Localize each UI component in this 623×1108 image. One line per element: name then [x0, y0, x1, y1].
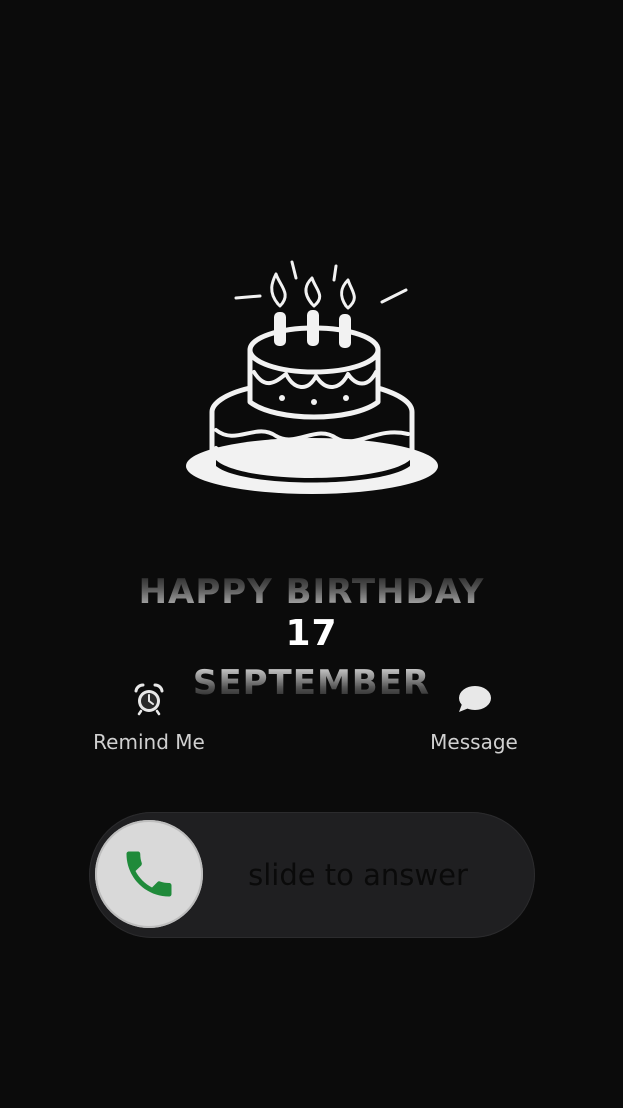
greeting-day: 17: [285, 613, 338, 654]
alarm-clock-icon: [134, 683, 164, 716]
phone-icon: [126, 851, 172, 897]
remind-me-button[interactable]: Remind Me: [69, 682, 229, 754]
birthday-cake-icon: [186, 260, 438, 494]
slide-to-answer-label: slide to answer: [248, 858, 468, 892]
remind-me-label: Remind Me: [93, 730, 205, 754]
message-label: Message: [430, 730, 518, 754]
incoming-call-screen: HAPPY BIRTHDAY 17 SEPTEMBER Remind Me Me…: [0, 0, 623, 1108]
speech-bubble-icon: [459, 686, 491, 712]
greeting-line-1: HAPPY BIRTHDAY: [138, 572, 485, 612]
answer-knob[interactable]: [95, 820, 203, 928]
slide-to-answer-slider[interactable]: slide to answer: [89, 812, 535, 938]
message-button[interactable]: Message: [394, 682, 554, 754]
